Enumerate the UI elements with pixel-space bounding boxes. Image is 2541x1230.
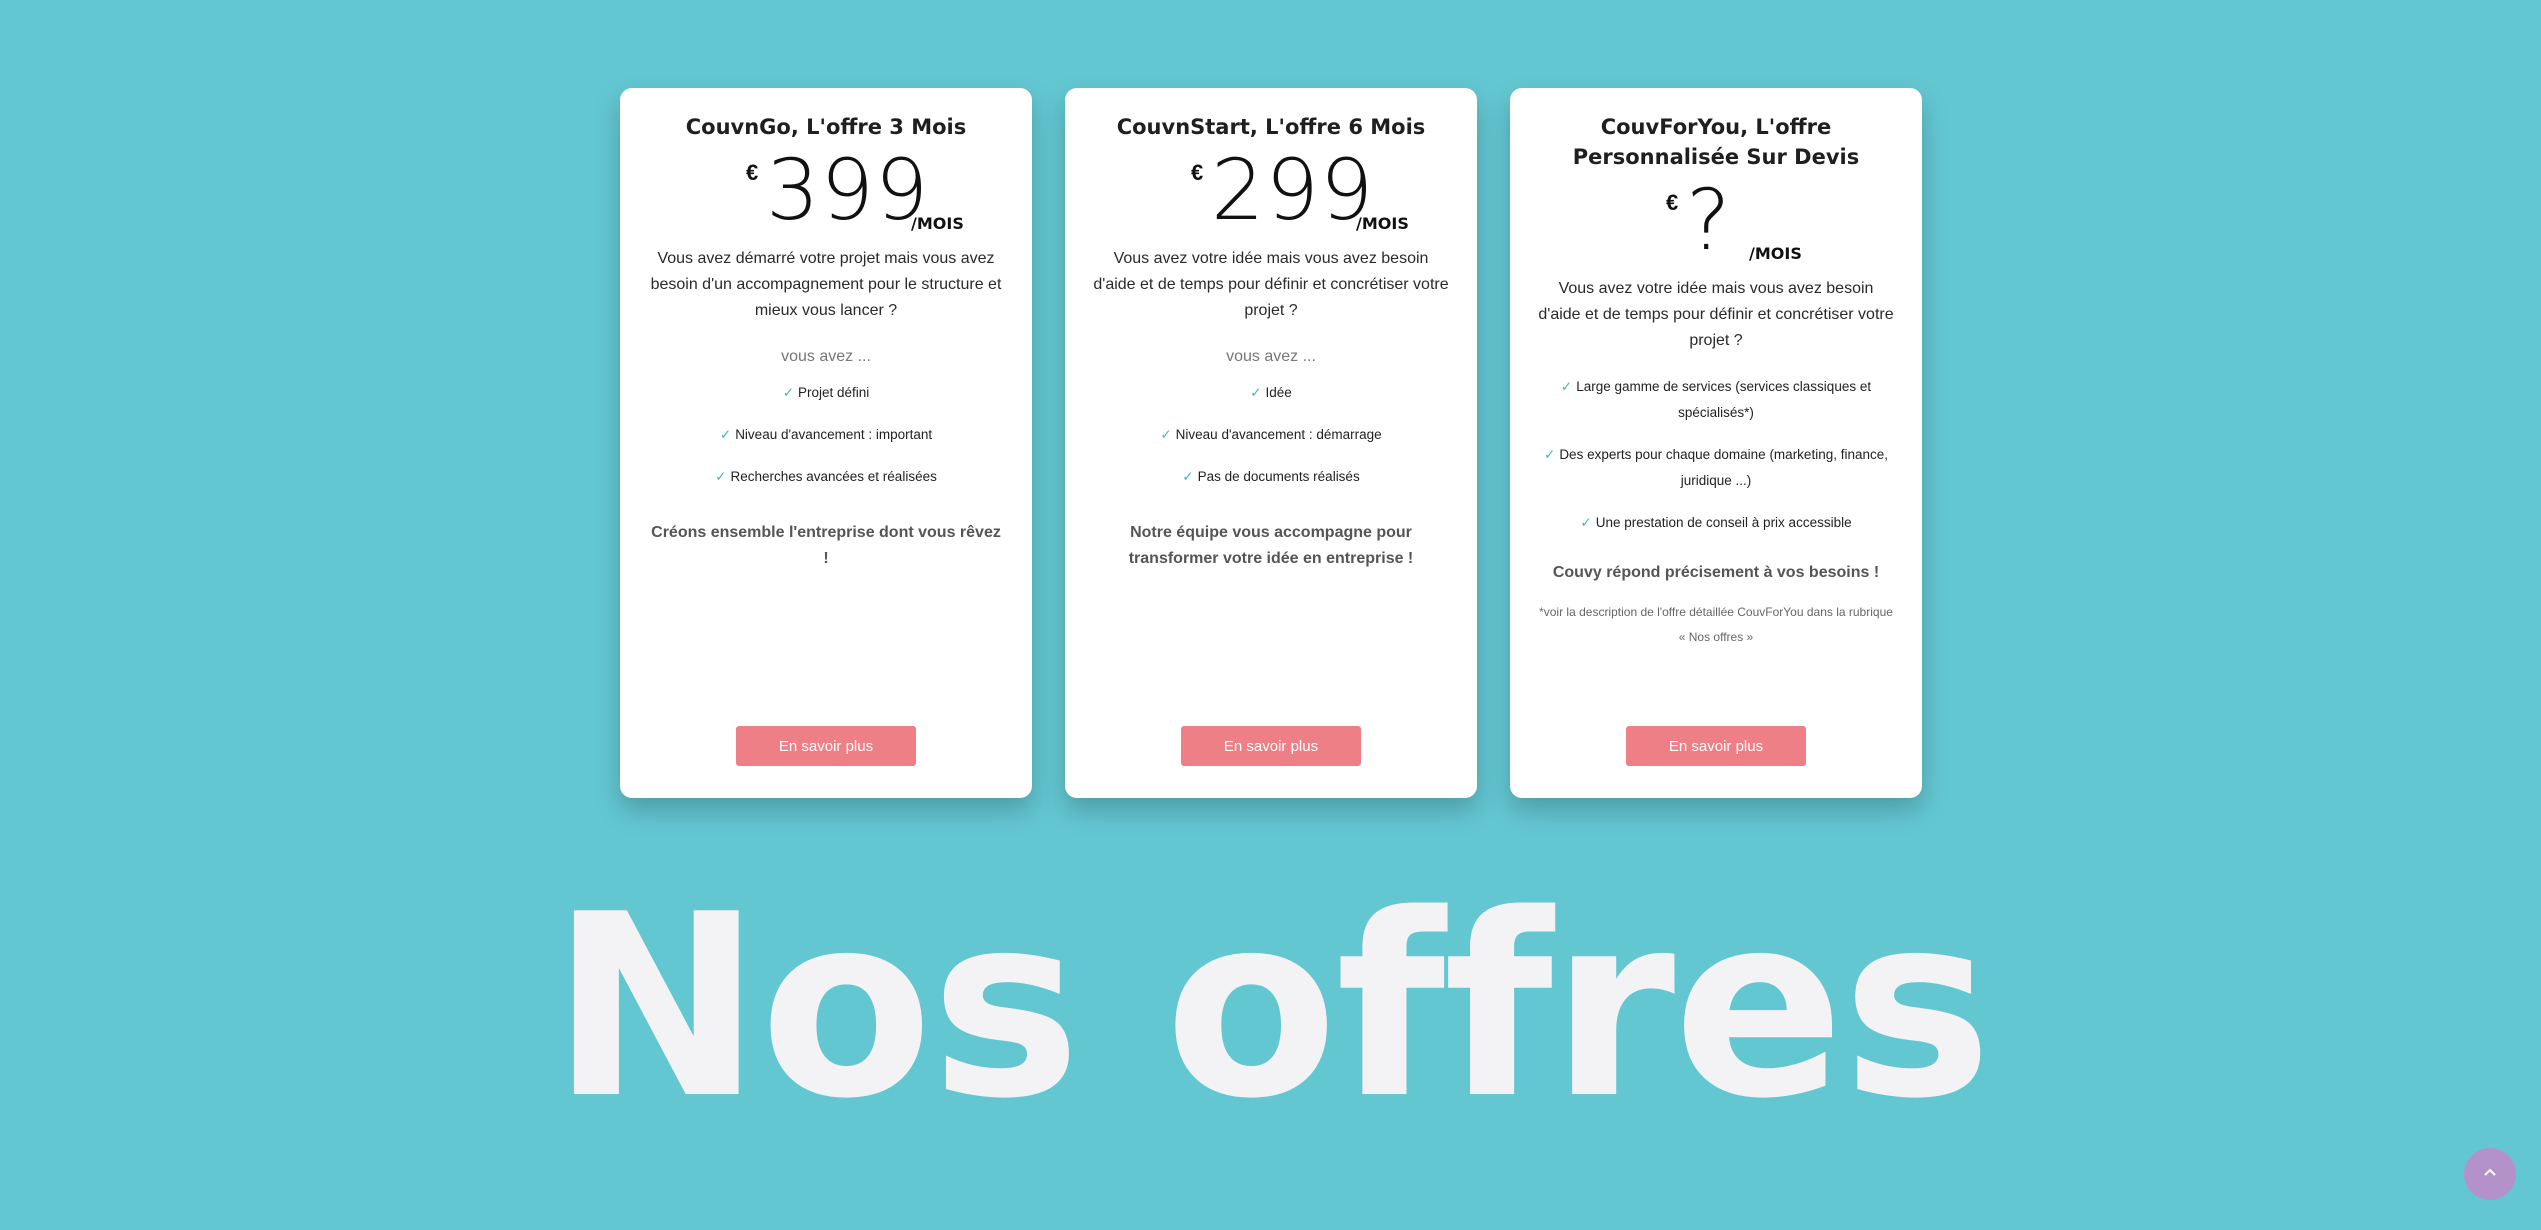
feature-item: ✓ Des experts pour chaque domaine (market… — [1538, 442, 1894, 494]
feature-item: ✓ Projet défini — [648, 380, 1004, 406]
feature-list: ✓ Large gamme de services (services class… — [1538, 374, 1894, 536]
price-amount: 399 — [766, 141, 930, 239]
card-title: CouvnGo, L'offre 3 Mois — [685, 115, 967, 139]
feature-item: ✓ Idée — [1093, 380, 1449, 406]
feature-label: Projet défini — [798, 385, 870, 400]
feature-item: ✓ Une prestation de conseil à prix access… — [1538, 510, 1894, 536]
card-tagline: Notre équipe vous accompagne pour transf… — [1128, 524, 1414, 567]
price-amount: 299 — [1211, 141, 1375, 239]
feature-label: Recherches avancées et réalisées — [730, 469, 937, 484]
check-icon: ✓ — [1580, 515, 1592, 530]
chevron-up-icon — [2482, 1165, 2498, 1184]
price-block: € 399 /MOIS — [648, 144, 1004, 240]
price-block: € ? /MOIS — [1538, 174, 1894, 270]
feature-list: ✓ Projet défini ✓ Niveau d'avancement : im… — [648, 380, 1004, 490]
feature-item: ✓ Pas de documents réalisés — [1093, 464, 1449, 490]
card-title: CouvForYou, L'offre Personnalisée Sur De… — [1572, 115, 1860, 169]
feature-list: ✓ Idée ✓ Niveau d'avancement : démarrage ✓… — [1093, 380, 1449, 490]
check-icon: ✓ — [1182, 469, 1194, 484]
pricing-card-couvforyou: CouvForYou, L'offre Personnalisée Sur De… — [1510, 88, 1922, 798]
learn-more-button[interactable]: En savoir plus — [1626, 726, 1806, 766]
card-title: CouvnStart, L'offre 6 Mois — [1116, 115, 1426, 139]
currency-symbol: € — [1191, 160, 1204, 185]
card-tagline: Couvy répond précisement à vos besoins ! — [1552, 564, 1880, 581]
card-subheading: vous avez ... — [781, 348, 871, 365]
scroll-to-top-button[interactable] — [2464, 1148, 2516, 1200]
pricing-cards: CouvnGo, L'offre 3 Mois € 399 /MOIS Vous… — [620, 88, 1922, 798]
card-description: Vous avez votre idée mais vous avez beso… — [1093, 250, 1449, 319]
price-period: /MOIS — [1749, 244, 1802, 263]
check-icon: ✓ — [1250, 385, 1262, 400]
check-icon: ✓ — [719, 427, 732, 442]
check-icon: ✓ — [1544, 447, 1556, 462]
feature-label: Niveau d'avancement : démarrage — [1175, 427, 1382, 442]
feature-label: Une prestation de conseil à prix accessi… — [1595, 515, 1852, 530]
check-icon: ✓ — [1160, 427, 1172, 442]
feature-item: ✓ Large gamme de services (services class… — [1538, 374, 1894, 426]
card-description: Vous avez votre idée mais vous avez beso… — [1538, 280, 1894, 349]
pricing-card-couvnstart: CouvnStart, L'offre 6 Mois € 299 /MOIS V… — [1065, 88, 1477, 798]
card-footnote: *voir la description de l'offre détaillé… — [1539, 605, 1893, 644]
feature-item: ✓ Niveau d'avancement : important — [648, 422, 1004, 448]
feature-item: ✓ Recherches avancées et réalisées — [648, 464, 1004, 490]
price-period: /MOIS — [911, 214, 964, 233]
feature-label: Large gamme de services (services classi… — [1576, 379, 1872, 420]
price-period: /MOIS — [1356, 214, 1409, 233]
feature-item: ✓ Niveau d'avancement : démarrage — [1093, 422, 1449, 448]
card-subheading: vous avez ... — [1226, 348, 1316, 365]
currency-symbol: € — [746, 160, 759, 185]
learn-more-button[interactable]: En savoir plus — [1181, 726, 1361, 766]
learn-more-button[interactable]: En savoir plus — [736, 726, 916, 766]
pricing-card-couvngo: CouvnGo, L'offre 3 Mois € 399 /MOIS Vous… — [620, 88, 1032, 798]
feature-label: Pas de documents réalisés — [1197, 469, 1360, 484]
check-icon: ✓ — [782, 385, 794, 400]
price-block: € 299 /MOIS — [1093, 144, 1449, 240]
feature-label: Des experts pour chaque domaine (marketi… — [1559, 447, 1888, 488]
check-icon: ✓ — [1560, 379, 1573, 394]
currency-symbol: € — [1666, 190, 1679, 215]
hero-title: Nos offres — [550, 861, 1992, 1154]
check-icon: ✓ — [715, 469, 727, 484]
card-tagline: Créons ensemble l'entreprise dont vous r… — [651, 524, 1001, 567]
feature-label: Idée — [1265, 385, 1292, 400]
card-description: Vous avez démarré votre projet mais vous… — [650, 250, 1002, 319]
price-amount: ? — [1686, 171, 1732, 269]
feature-label: Niveau d'avancement : important — [735, 427, 933, 442]
